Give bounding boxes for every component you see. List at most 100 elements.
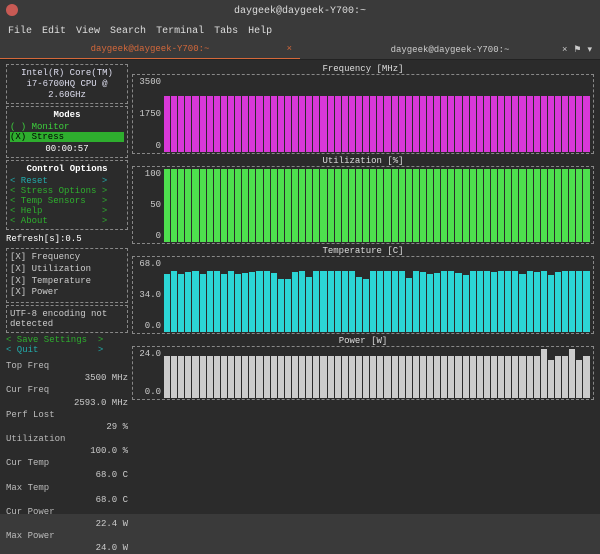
mode-monitor[interactable]: ( ) Monitor (10, 122, 124, 132)
bar (178, 274, 184, 332)
bar (200, 274, 206, 332)
menu-search[interactable]: Search (110, 26, 146, 37)
bar (491, 272, 497, 332)
mode-stress[interactable]: (X) Stress (10, 132, 124, 142)
bar (484, 356, 490, 398)
bar (491, 96, 497, 152)
bar (477, 356, 483, 398)
bar (406, 169, 412, 242)
bar (370, 271, 376, 332)
bar (178, 356, 184, 398)
stat-label: Cur Power (6, 506, 128, 518)
bar (399, 356, 405, 398)
bar (278, 96, 284, 152)
bar (342, 356, 348, 398)
bar (214, 96, 220, 152)
control-options: Control Options < Reset > < Stress Optio… (6, 160, 128, 230)
save-settings[interactable]: < Save Settings > (6, 335, 128, 345)
bar (200, 356, 206, 398)
bar (548, 96, 554, 152)
ctrl-about[interactable]: < About > (10, 216, 124, 226)
chk-frequency[interactable]: [X] Frequency (10, 252, 124, 264)
bar (306, 96, 312, 152)
cpu-info: Intel(R) Core(TM) i7-6700HQ CPU @ 2.60GH… (6, 64, 128, 104)
y-axis: 350017500 (133, 75, 163, 153)
bar (335, 356, 341, 398)
menu-file[interactable]: File (8, 26, 32, 37)
menu-edit[interactable]: Edit (42, 26, 66, 37)
bar (420, 169, 426, 242)
graph-toggles: [X] Frequency [X] Utilization [X] Temper… (6, 248, 128, 303)
bar (512, 356, 518, 398)
bar (207, 96, 213, 152)
bar (271, 169, 277, 242)
bar (320, 169, 326, 242)
bar (534, 356, 540, 398)
bar (249, 169, 255, 242)
bar (448, 169, 454, 242)
bar (171, 96, 177, 152)
menubar: File Edit View Search Terminal Tabs Help (0, 22, 600, 40)
bar (562, 271, 568, 332)
chk-utilization[interactable]: [X] Utilization (10, 264, 124, 276)
bar (498, 169, 504, 242)
quit[interactable]: < Quit > (6, 345, 128, 355)
bar (541, 169, 547, 242)
bar (512, 96, 518, 152)
bar (192, 271, 198, 332)
bar (498, 96, 504, 152)
bar (306, 169, 312, 242)
bar (576, 169, 582, 242)
chart-frequency: Frequency [MHz]350017500 (132, 64, 594, 154)
close-tab-icon[interactable]: × (287, 44, 292, 54)
menu-terminal[interactable]: Terminal (156, 26, 204, 37)
bar (363, 356, 369, 398)
bar (242, 356, 248, 398)
tab-2[interactable]: daygeek@daygeek-Y700:~ × ⚑ ▾ (300, 40, 600, 59)
bar (228, 271, 234, 332)
bar (491, 169, 497, 242)
bar (328, 169, 334, 242)
bar (413, 356, 419, 398)
bar (313, 271, 319, 332)
close-tab-icon[interactable]: × (562, 45, 567, 55)
bar (534, 272, 540, 332)
bar (406, 278, 412, 332)
chk-temperature[interactable]: [X] Temperature (10, 276, 124, 288)
bar (271, 356, 277, 398)
stat-value: 100.0 % (6, 445, 128, 457)
bar (392, 271, 398, 332)
bar (470, 356, 476, 398)
bookmark-icon[interactable]: ⚑ (573, 45, 581, 55)
tab-1[interactable]: daygeek@daygeek-Y700:~ × (0, 40, 300, 59)
bar (448, 96, 454, 152)
bar (299, 356, 305, 398)
bar (455, 96, 461, 152)
bar (207, 271, 213, 332)
bar (278, 169, 284, 242)
sidebar: Intel(R) Core(TM) i7-6700HQ CPU @ 2.60GH… (6, 64, 128, 508)
ctrl-reset[interactable]: < Reset > (10, 176, 124, 186)
charts: Frequency [MHz]350017500Utilization [%]1… (132, 64, 594, 508)
menu-tabs[interactable]: Tabs (214, 26, 238, 37)
bar (484, 96, 490, 152)
bar (519, 356, 525, 398)
bar (555, 356, 561, 398)
bar (463, 96, 469, 152)
ctrl-stress[interactable]: < Stress Options > (10, 186, 124, 196)
bar (363, 279, 369, 332)
bar (349, 96, 355, 152)
menu-view[interactable]: View (76, 26, 100, 37)
chk-power[interactable]: [X] Power (10, 287, 124, 299)
chart-title: Power [W] (132, 336, 594, 346)
bar (392, 96, 398, 152)
menu-help[interactable]: Help (248, 26, 272, 37)
plot-area (163, 75, 593, 153)
bar (320, 356, 326, 398)
close-icon[interactable] (6, 4, 18, 16)
bar (235, 169, 241, 242)
chevron-down-icon[interactable]: ▾ (587, 45, 592, 55)
ctrl-help[interactable]: < Help > (10, 206, 124, 216)
bar (342, 271, 348, 332)
ctrl-tempsensors[interactable]: < Temp Sensors > (10, 196, 124, 206)
